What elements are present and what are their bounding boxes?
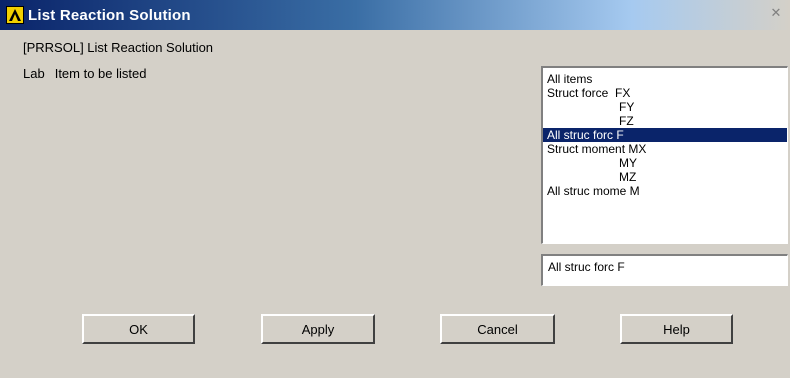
list-item[interactable]: MZ bbox=[543, 170, 787, 184]
list-item[interactable]: All items bbox=[543, 72, 787, 86]
selection-field[interactable]: All struc forc F bbox=[541, 254, 788, 286]
lab-key: Lab bbox=[23, 66, 45, 81]
cancel-button[interactable]: Cancel bbox=[440, 314, 555, 344]
list-reaction-solution-dialog: List Reaction Solution ✕ [PRRSOL] List R… bbox=[0, 0, 790, 378]
command-label: [PRRSOL] List Reaction Solution bbox=[23, 40, 214, 55]
list-item-selected[interactable]: All struc forc F bbox=[543, 128, 787, 142]
list-item[interactable]: All struc mome M bbox=[543, 184, 787, 198]
title-bar[interactable]: List Reaction Solution ✕ bbox=[0, 0, 790, 30]
list-item[interactable]: FY bbox=[543, 100, 787, 114]
window-title: List Reaction Solution bbox=[28, 6, 191, 24]
close-icon[interactable]: ✕ bbox=[768, 6, 784, 21]
list-item[interactable]: Struct moment MX bbox=[543, 142, 787, 156]
help-button[interactable]: Help bbox=[620, 314, 733, 344]
apply-button[interactable]: Apply bbox=[261, 314, 375, 344]
ansys-logo-icon bbox=[6, 6, 24, 24]
lab-label-row: Lab Item to be listed bbox=[23, 66, 146, 81]
list-item[interactable]: FZ bbox=[543, 114, 787, 128]
ok-button[interactable]: OK bbox=[82, 314, 195, 344]
lab-description: Item to be listed bbox=[54, 66, 147, 81]
list-item[interactable]: Struct force FX bbox=[543, 86, 787, 100]
list-item[interactable]: MY bbox=[543, 156, 787, 170]
item-listbox[interactable]: All items Struct force FX FY FZ All stru… bbox=[541, 66, 788, 244]
